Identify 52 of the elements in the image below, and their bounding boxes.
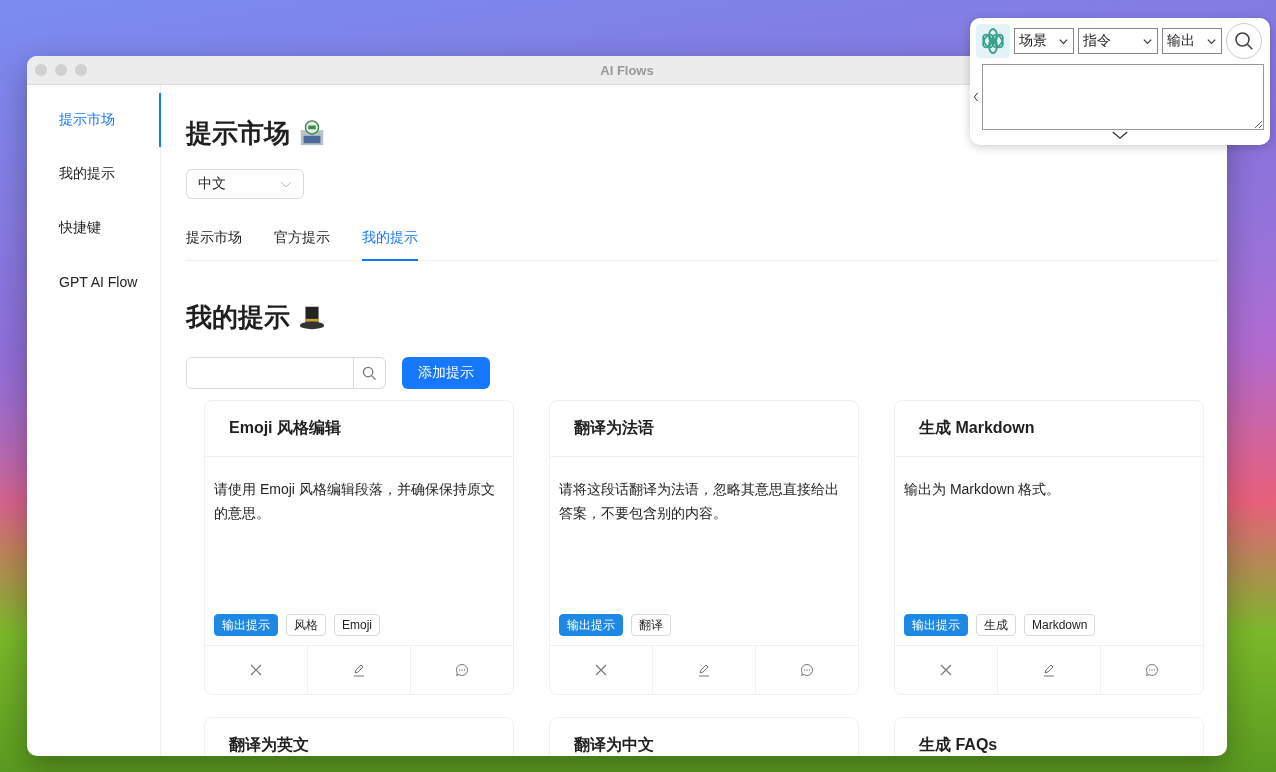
tag: 生成 — [976, 614, 1016, 636]
tag: 输出提示 — [559, 614, 623, 636]
language-select[interactable]: 中文 — [186, 169, 304, 199]
search-icon[interactable] — [362, 365, 377, 381]
card-title: 翻译为英文 — [229, 735, 309, 755]
card-title: 翻译为中文 — [574, 735, 654, 755]
tag: 风格 — [286, 614, 326, 636]
card-description: 请使用 Emoji 风格编辑段落，并确保保持原文的意思。 — [214, 480, 496, 523]
add-prompt-button[interactable]: 添加提示 — [402, 357, 490, 389]
card-title: Emoji 风格编辑 — [229, 418, 341, 438]
card-title: 翻译为法语 — [574, 418, 654, 438]
knot-logo-icon[interactable] — [976, 24, 1010, 58]
tag: 输出提示 — [214, 614, 278, 636]
tab[interactable]: 官方提示 — [274, 221, 330, 261]
window-title: AI Flows — [600, 62, 654, 78]
close-icon — [939, 663, 953, 677]
tag: Markdown — [1024, 614, 1096, 636]
pencil-icon — [1042, 663, 1056, 677]
tab[interactable]: 提示市场 — [186, 221, 242, 261]
dropdown[interactable]: 场景 — [1014, 28, 1074, 54]
dropdown[interactable]: 指令 — [1078, 28, 1158, 54]
sidebar-item[interactable]: 提示市场 — [27, 93, 161, 147]
card-description: 输出为 Markdown 格式。 — [904, 480, 1062, 499]
section-heading: 我的提示 — [186, 300, 290, 334]
close-icon — [594, 663, 608, 677]
tag: Emoji — [334, 614, 380, 636]
chat-bubble-icon — [1145, 663, 1159, 677]
chat-bubble-icon — [455, 663, 469, 677]
sidebar-item[interactable]: 快捷键 — [27, 201, 161, 255]
window-control[interactable] — [55, 64, 67, 76]
tag: 翻译 — [631, 614, 671, 636]
search-icon — [1234, 31, 1254, 51]
tag: 输出提示 — [904, 614, 968, 636]
collapse-left-icon[interactable] — [972, 92, 980, 102]
expand-down-icon[interactable] — [1111, 131, 1129, 140]
close-icon — [249, 663, 263, 677]
card-description: 请将这段话翻译为法语，忽略其意思直接给出答案，不要包含别的内容。 — [559, 480, 840, 523]
search-button[interactable] — [1226, 23, 1262, 59]
window-control[interactable] — [75, 64, 87, 76]
chat-bubble-icon — [800, 663, 814, 677]
window-control[interactable] — [35, 64, 47, 76]
page-heading: 提示市场 — [186, 116, 290, 150]
store-icon — [298, 119, 326, 147]
pencil-icon — [352, 663, 366, 677]
dropdown[interactable]: 输出 — [1162, 28, 1222, 54]
pencil-icon — [697, 663, 711, 677]
sidebar-item[interactable]: GPT AI Flow — [27, 255, 161, 309]
sidebar-item[interactable]: 我的提示 — [27, 147, 161, 201]
card-title: 生成 Markdown — [919, 418, 1035, 438]
tab[interactable]: 我的提示 — [362, 221, 418, 261]
card-title: 生成 FAQs — [919, 735, 998, 755]
search-field[interactable] — [186, 357, 386, 389]
